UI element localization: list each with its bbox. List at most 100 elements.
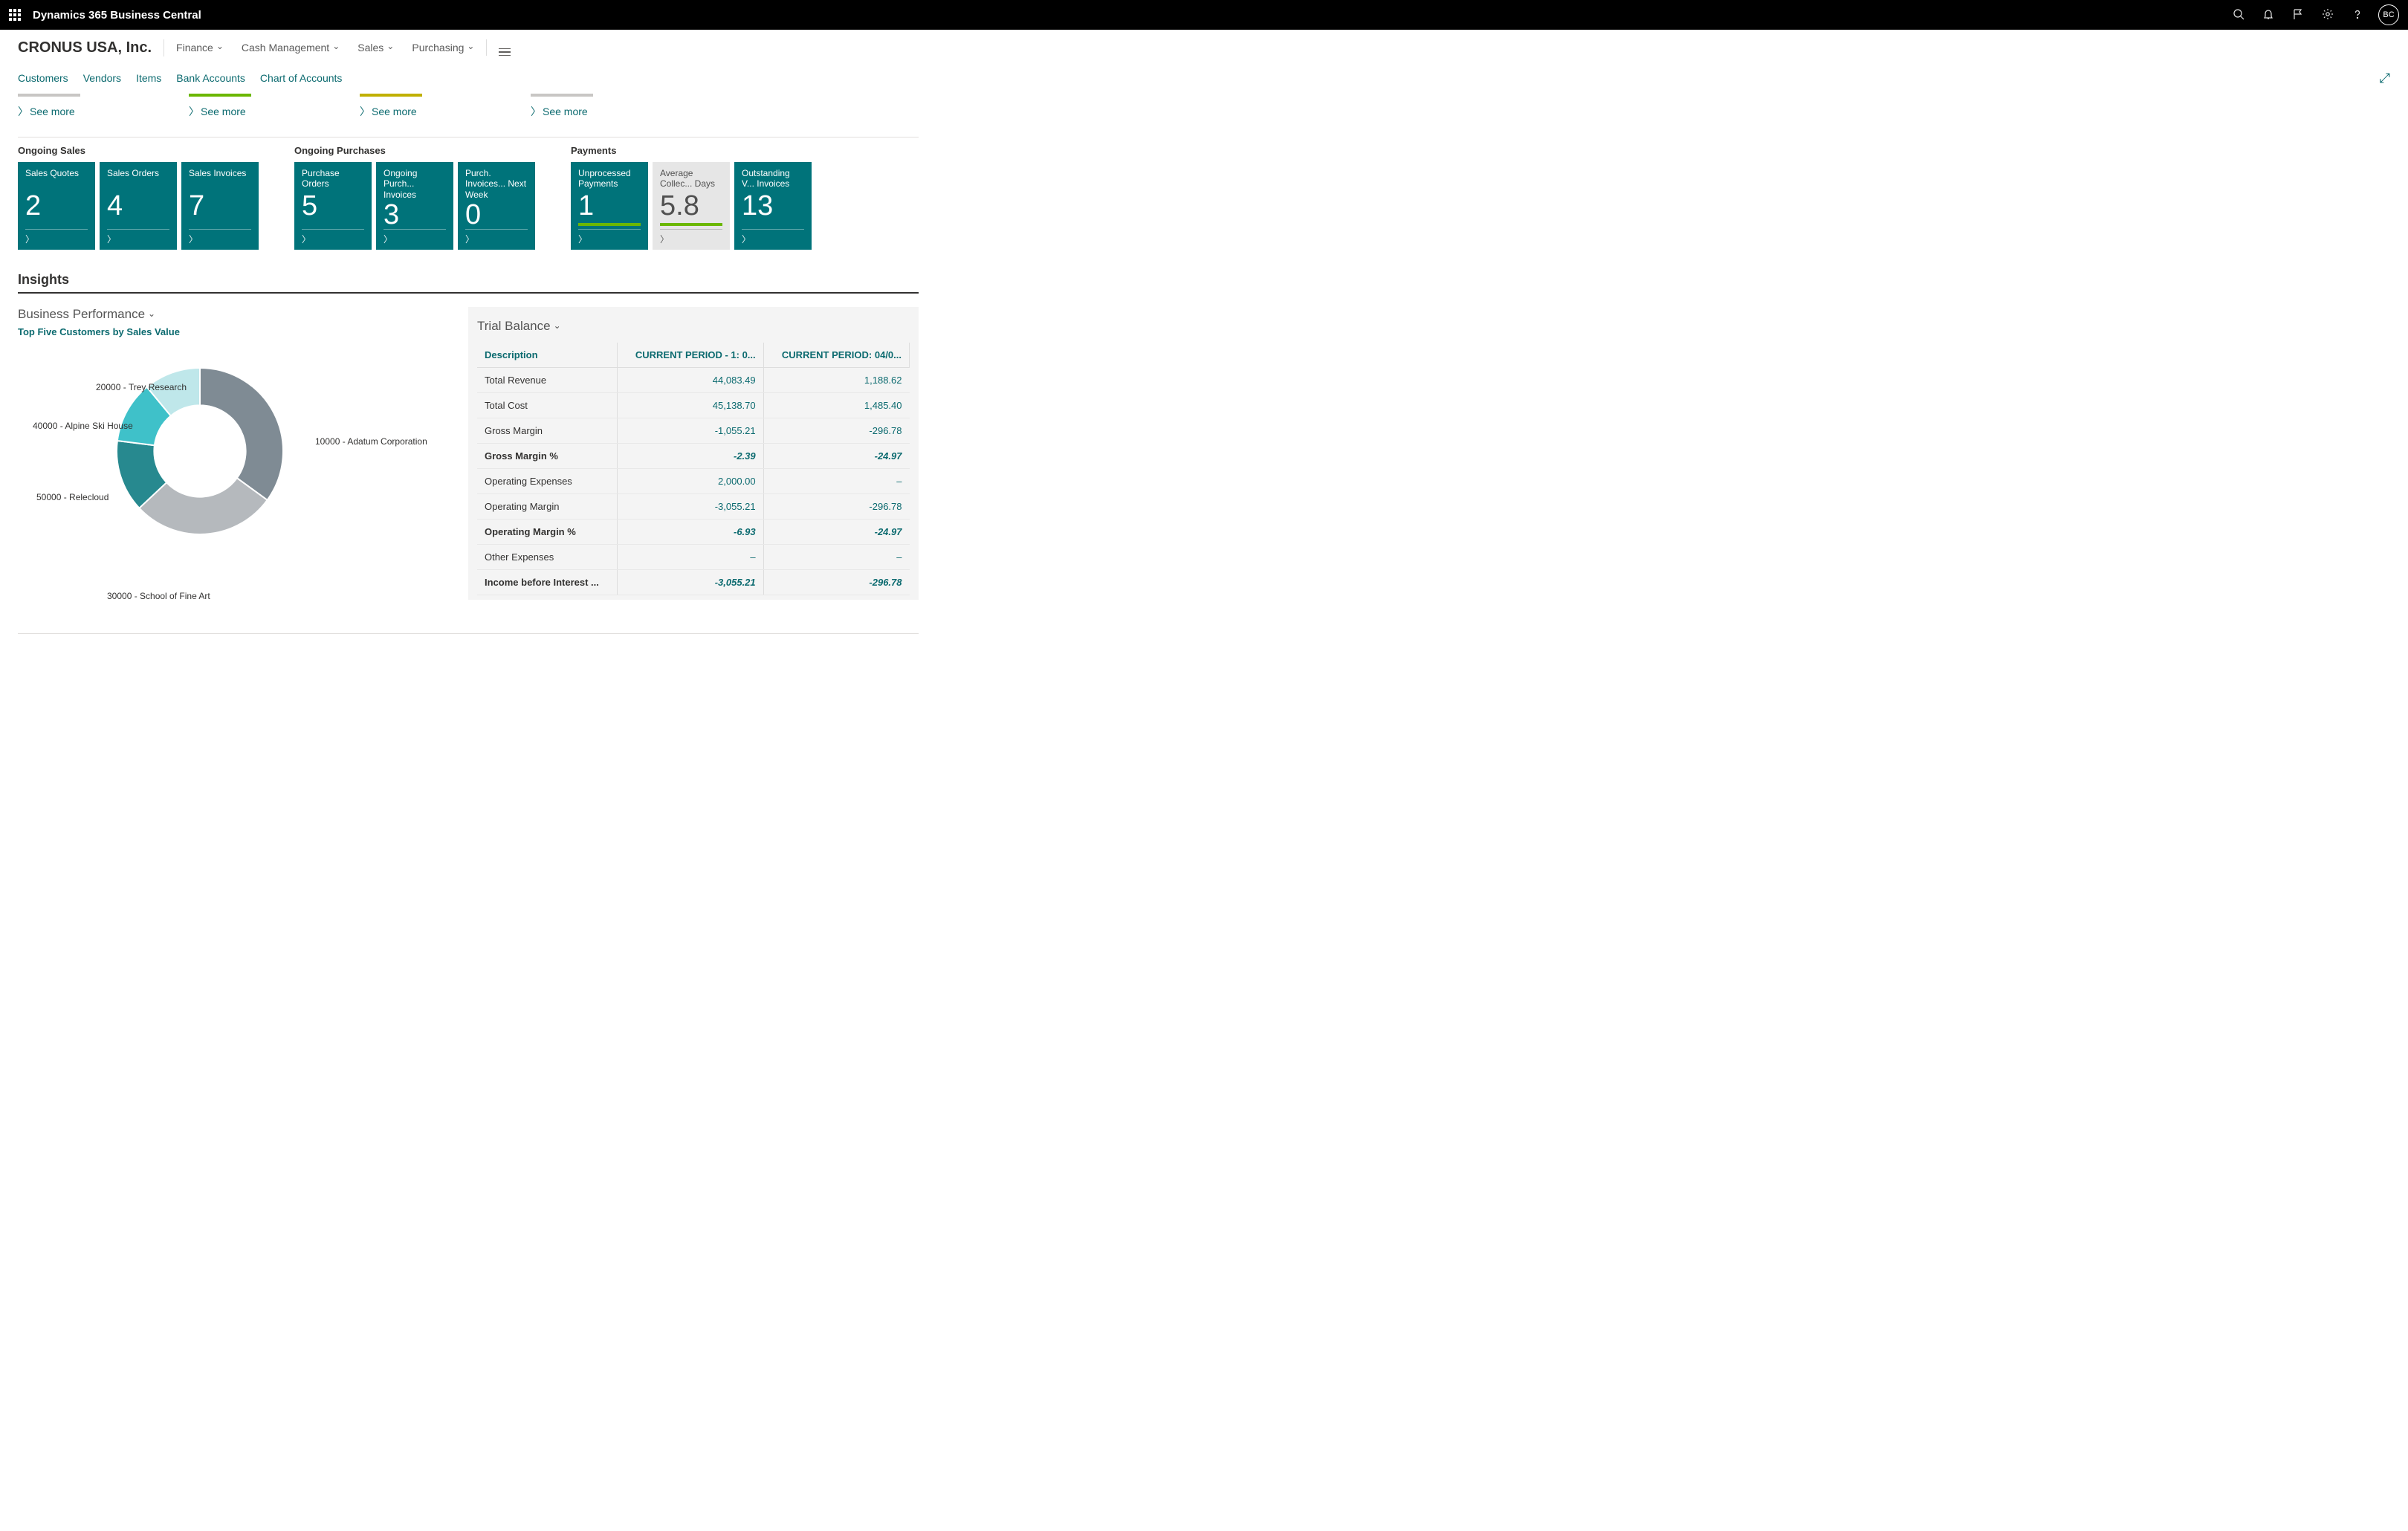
cell-desc: Total Cost	[477, 393, 617, 418]
table-row[interactable]: Gross Margin-1,055.21-296.78	[477, 418, 910, 444]
tile-value: 5	[302, 192, 364, 220]
see-more-link[interactable]: 〉See more	[360, 106, 417, 117]
app-launcher-icon[interactable]	[9, 9, 21, 21]
see-more-link[interactable]: 〉See more	[18, 106, 75, 117]
table-row[interactable]: Operating Margin-3,055.21-296.78	[477, 494, 910, 519]
cell-value: –	[763, 469, 909, 494]
subnav-items[interactable]: Items	[136, 72, 161, 84]
cell-desc: Operating Expenses	[477, 469, 617, 494]
table-row[interactable]: Gross Margin %-2.39-24.97	[477, 444, 910, 469]
tile-label: Sales Quotes	[25, 168, 88, 190]
avatar[interactable]: BC	[2378, 4, 2399, 25]
subnav-customers[interactable]: Customers	[18, 72, 68, 84]
cell-value: -24.97	[763, 444, 909, 469]
tile[interactable]: Purchase Orders5〉	[294, 162, 372, 250]
table-row[interactable]: Total Revenue44,083.491,188.62	[477, 368, 910, 393]
chart-label: 30000 - School of Fine Art	[107, 591, 210, 601]
cell-value: -24.97	[763, 519, 909, 545]
trial-balance-table: DescriptionCURRENT PERIOD - 1: 0...CURRE…	[477, 343, 910, 595]
see-more-link[interactable]: 〉See more	[189, 106, 246, 117]
search-icon[interactable]	[2233, 8, 2244, 22]
menu-finance[interactable]: Finance	[176, 42, 224, 54]
see-more-link[interactable]: 〉See more	[531, 106, 588, 117]
tile[interactable]: Ongoing Purch... Invoices3 〉	[376, 162, 453, 250]
cell-desc: Total Revenue	[477, 368, 617, 393]
cell-desc: Operating Margin %	[477, 519, 617, 545]
bell-icon[interactable]	[2262, 8, 2274, 22]
menu-purchasing[interactable]: Purchasing	[412, 42, 474, 54]
trial-balance-dropdown[interactable]: Trial Balance	[477, 319, 910, 334]
activity-summary-row: 〉See more 〉See more 〉See more 〉See more	[18, 94, 919, 119]
chevron-right-icon: 〉	[302, 234, 311, 245]
company-name[interactable]: CRONUS USA, Inc.	[18, 39, 164, 56]
table-header[interactable]: Description	[477, 343, 617, 368]
table-header[interactable]: CURRENT PERIOD - 1: 0...	[617, 343, 763, 368]
status-bar-gray	[18, 94, 80, 97]
tile-group-title: Payments	[571, 145, 812, 156]
cell-value: -3,055.21	[617, 570, 763, 595]
table-row[interactable]: Operating Expenses2,000.00–	[477, 469, 910, 494]
chart-label: 10000 - Adatum Corporation	[315, 436, 427, 447]
subnav-chart-of-accounts[interactable]: Chart of Accounts	[260, 72, 343, 84]
table-row[interactable]: Other Expenses––	[477, 545, 910, 570]
flag-icon[interactable]	[2292, 8, 2304, 22]
help-icon[interactable]	[2352, 8, 2363, 22]
table-row[interactable]: Operating Margin %-6.93-24.97	[477, 519, 910, 545]
chart-label: 40000 - Alpine Ski House	[33, 421, 133, 431]
status-bar-gray	[531, 94, 593, 97]
tile-group-title: Ongoing Sales	[18, 145, 259, 156]
tile-label: Sales Invoices	[189, 168, 251, 190]
tile[interactable]: Average Collec... Days5.8〉	[653, 162, 730, 250]
tile[interactable]: Purch. Invoices... Next Week0〉	[458, 162, 535, 250]
table-row[interactable]: Total Cost45,138.701,485.40	[477, 393, 910, 418]
tile-accent	[578, 223, 641, 226]
subnav-bank-accounts[interactable]: Bank Accounts	[176, 72, 245, 84]
tile[interactable]: Unprocessed Payments1 〉	[571, 162, 648, 250]
chevron-right-icon: 〉	[660, 234, 669, 245]
chevron-right-icon: 〉	[189, 234, 198, 245]
tile[interactable]: Sales Quotes2〉	[18, 162, 95, 250]
tile-label: Sales Orders	[107, 168, 169, 190]
menu-cash-management[interactable]: Cash Management	[242, 42, 340, 54]
command-area: CRONUS USA, Inc. Finance Cash Management S…	[0, 30, 2408, 91]
topbar: Dynamics 365 Business Central BC	[0, 0, 2408, 30]
gear-icon[interactable]	[2322, 8, 2334, 22]
tile-value: 5.8	[660, 192, 722, 220]
cell-value: -3,055.21	[617, 494, 763, 519]
cell-value: 1,485.40	[763, 393, 909, 418]
cell-value: -2.39	[617, 444, 763, 469]
app-title: Dynamics 365 Business Central	[33, 9, 201, 22]
tile-value: 3	[383, 201, 446, 229]
chevron-right-icon: 〉	[383, 234, 392, 245]
tile-label: Ongoing Purch... Invoices	[383, 168, 446, 199]
table-header[interactable]: CURRENT PERIOD: 04/0...	[763, 343, 909, 368]
donut-chart[interactable]: 10000 - Adatum Corporation 30000 - School…	[18, 343, 434, 611]
cell-desc: Operating Margin	[477, 494, 617, 519]
cell-desc: Gross Margin %	[477, 444, 617, 469]
chart-label: 50000 - Relecloud	[36, 492, 109, 502]
cell-value: –	[763, 545, 909, 570]
cell-value: -6.93	[617, 519, 763, 545]
cell-value: -296.78	[763, 570, 909, 595]
chevron-right-icon: 〉	[107, 234, 116, 245]
cell-desc: Income before Interest ...	[477, 570, 617, 595]
chart-label: 20000 - Trey Research	[96, 382, 187, 392]
table-row[interactable]: Income before Interest ...-3,055.21-296.…	[477, 570, 910, 595]
chevron-right-icon: 〉	[578, 234, 587, 245]
business-performance-dropdown[interactable]: Business Performance	[18, 307, 450, 322]
expand-icon[interactable]: ⤢	[2380, 71, 2390, 86]
subnav-vendors[interactable]: Vendors	[83, 72, 121, 84]
tile-value: 1	[578, 192, 641, 220]
cell-value: 1,188.62	[763, 368, 909, 393]
tile-value: 13	[742, 192, 804, 220]
tile-label: Unprocessed Payments	[578, 168, 641, 190]
tile[interactable]: Sales Invoices7〉	[181, 162, 259, 250]
cell-desc: Other Expenses	[477, 545, 617, 570]
cell-value: –	[617, 545, 763, 570]
more-menu-icon[interactable]	[499, 48, 511, 56]
tile-group-title: Ongoing Purchases	[294, 145, 535, 156]
menu-sales[interactable]: Sales	[357, 42, 394, 54]
chart-subtitle[interactable]: Top Five Customers by Sales Value	[18, 326, 450, 337]
tile[interactable]: Sales Orders4〉	[100, 162, 177, 250]
tile[interactable]: Outstanding V... Invoices13〉	[734, 162, 812, 250]
